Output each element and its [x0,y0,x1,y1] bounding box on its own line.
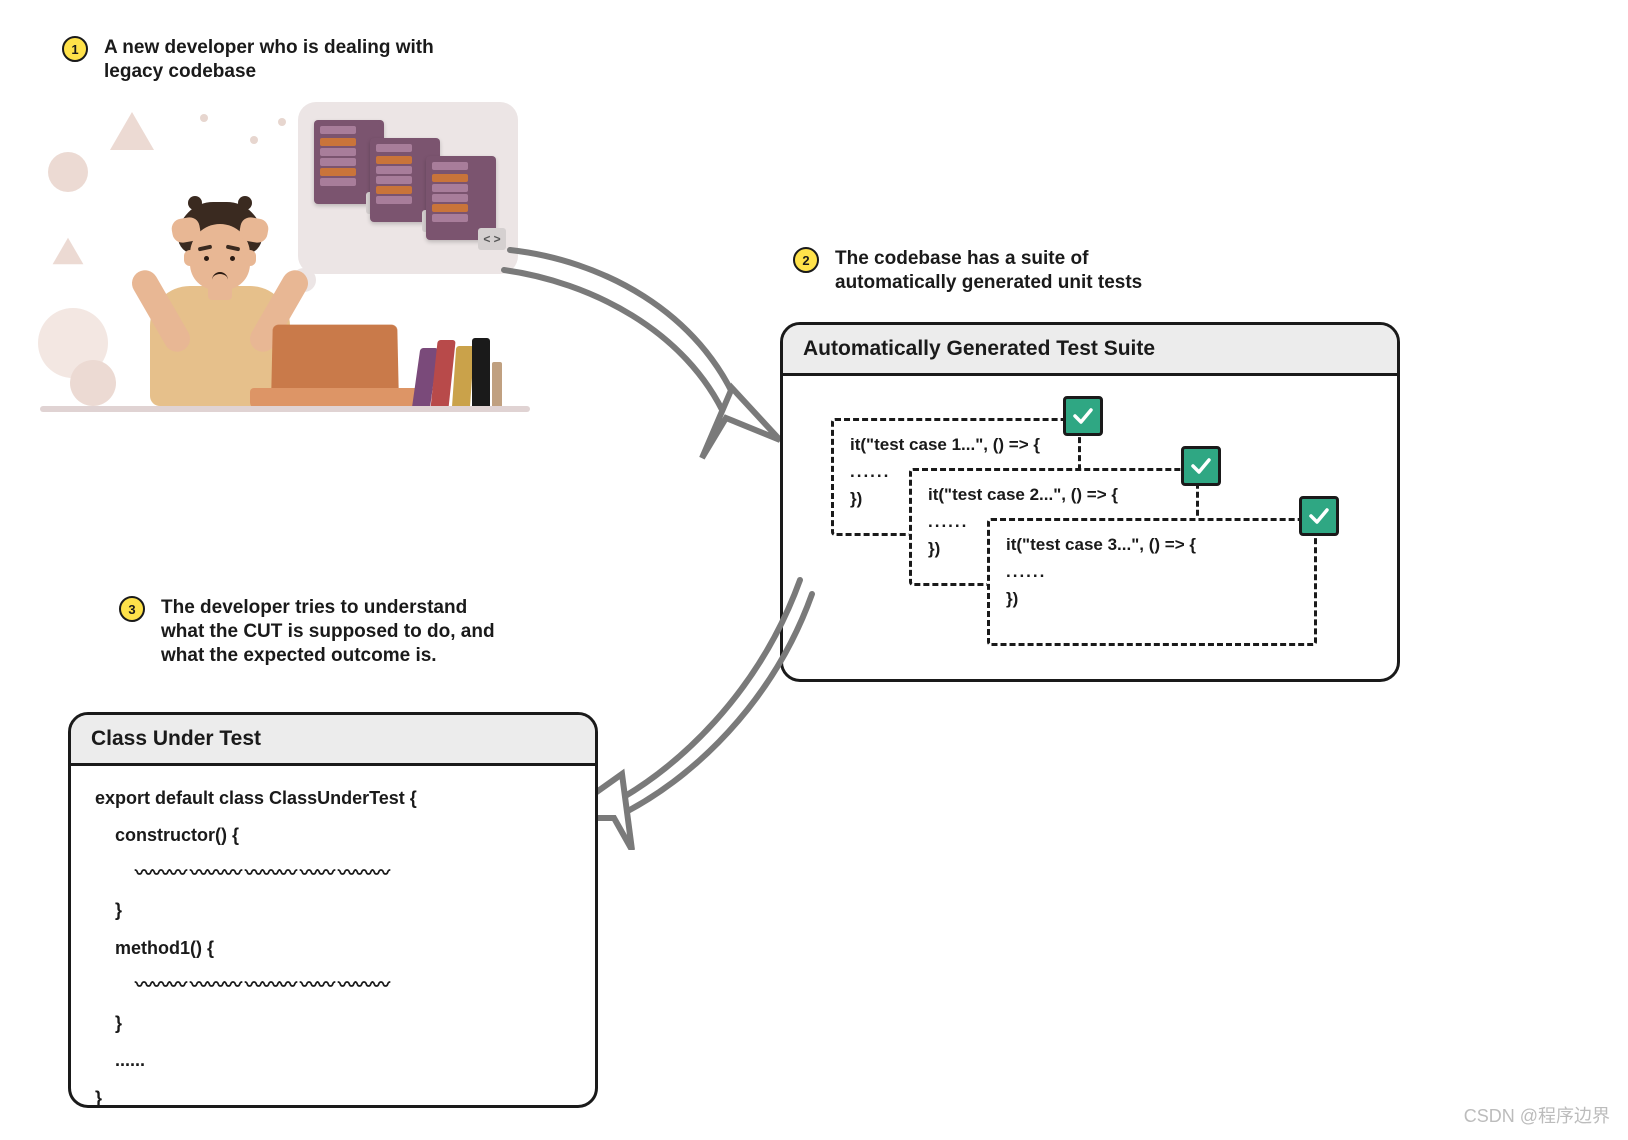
watermark: CSDN @程序边界 [1464,1102,1610,1128]
decor-dot [200,114,208,122]
checkmark-icon [1181,446,1221,486]
decor-triangle [110,112,154,150]
step-badge-3: 3 [119,596,145,622]
class-code-body: export default class ClassUnderTest { co… [71,766,595,1108]
code-line: } [95,900,122,920]
developer-illustration: < > < > < > [50,108,520,428]
code-line: constructor() { [95,825,239,845]
step-3: 3 The developer tries to understand what… [119,596,501,667]
decor-circle [48,152,88,192]
arrow-1-icon [480,230,800,490]
step-text-2: The codebase has a suite of automaticall… [835,247,1175,295]
step-badge-1: 1 [62,36,88,62]
code-line: ...... [95,1050,145,1070]
class-under-test-panel: Class Under Test export default class Cl… [68,712,598,1108]
test-suite-panel: Automatically Generated Test Suite it("t… [780,322,1400,682]
code-line: } [95,1088,102,1108]
test-case-box: it("test case 3...", () => { ...... }) [987,518,1317,646]
checkmark-icon [1063,396,1103,436]
test-case-mid: ...... [1006,558,1298,585]
step-1: 1 A new developer who is dealing with le… [62,36,444,84]
checkmark-icon [1299,496,1339,536]
arrow-2-icon [560,560,840,850]
decor-dot [250,136,258,144]
decor-triangle [53,238,84,265]
code-line: export default class ClassUnderTest { [95,788,417,808]
desk-line [40,406,530,412]
code-card: < > [426,156,496,240]
squiggle-line: 〰〰〰 〰〰〰 〰〰〰 〰〰 〰〰〰 [135,967,389,1004]
decor-dot [278,118,286,126]
test-case-end: }) [1006,585,1298,612]
decor-circle [70,360,116,406]
squiggle-line: 〰〰〰 〰〰〰 〰〰〰 〰〰 〰〰〰 [135,855,389,892]
step-2: 2 The codebase has a suite of automatica… [793,247,1175,295]
step-badge-2: 2 [793,247,819,273]
tests-area: it("test case 1...", () => { ...... }) i… [809,394,1371,674]
step-text-1: A new developer who is dealing with lega… [104,36,444,84]
code-line: method1() { [95,938,214,958]
test-case-head: it("test case 1...", () => { [850,431,1062,458]
test-suite-title: Automatically Generated Test Suite [783,325,1397,376]
code-line: } [95,1013,122,1033]
step-text-3: The developer tries to understand what t… [161,596,501,667]
laptop-icon [250,324,420,412]
class-panel-title: Class Under Test [71,715,595,766]
test-case-head: it("test case 2...", () => { [928,481,1180,508]
test-case-head: it("test case 3...", () => { [1006,531,1298,558]
